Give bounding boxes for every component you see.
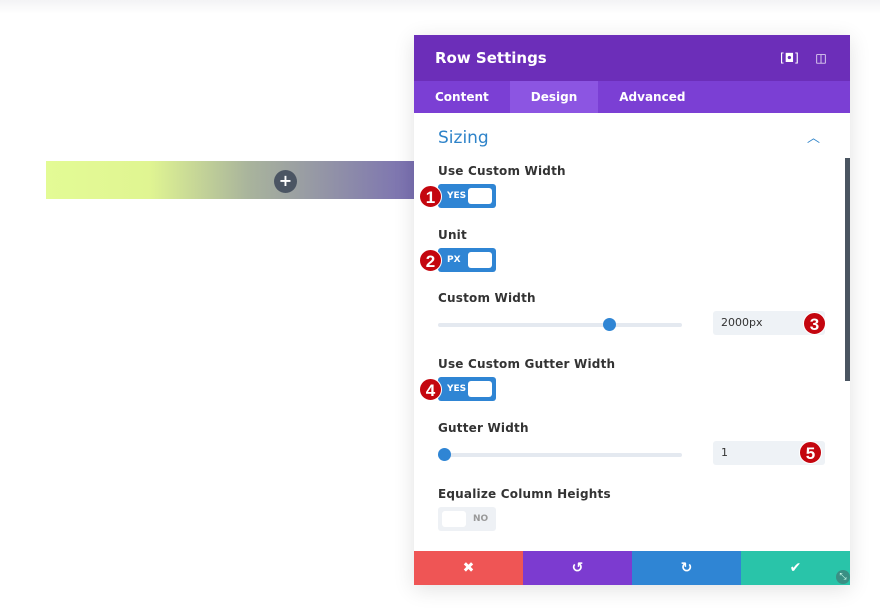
toggle-text: YES [447, 384, 467, 394]
unit-label: Unit [438, 228, 467, 242]
unit-toggle[interactable]: PX [438, 248, 496, 272]
toggle-knob [442, 511, 466, 527]
step-badge: 4 [419, 378, 442, 401]
gutter-width-slider[interactable] [438, 448, 682, 461]
gutter-width-label: Gutter Width [438, 421, 529, 435]
step-badge: 3 [803, 312, 826, 335]
cancel-button[interactable]: ✖ [414, 551, 523, 585]
toggle-knob [468, 188, 492, 204]
toggle-text: PX [447, 255, 461, 265]
use-custom-width-toggle[interactable]: YES [438, 184, 496, 208]
slider-thumb[interactable] [438, 448, 452, 461]
row-settings-panel: Row Settings [◘] ◫ Content Design Advanc… [414, 35, 850, 585]
panel-header: Row Settings [◘] ◫ [414, 35, 850, 81]
panel-title: Row Settings [435, 49, 547, 67]
tab-design[interactable]: Design [509, 81, 599, 113]
panel-body: Sizing ︿ Use Custom Width YES Unit PX Cu… [414, 113, 850, 551]
custom-width-label: Custom Width [438, 291, 536, 305]
use-custom-gutter-label: Use Custom Gutter Width [438, 357, 616, 371]
section-title[interactable]: Sizing [438, 128, 489, 148]
use-custom-width-label: Use Custom Width [438, 164, 566, 178]
use-custom-gutter-toggle[interactable]: YES [438, 377, 496, 401]
custom-width-slider[interactable] [438, 318, 682, 331]
toggle-text: NO [473, 514, 489, 524]
focus-icon[interactable]: [◘] [780, 51, 799, 65]
redo-button[interactable]: ↻ [632, 551, 741, 585]
chevron-up-icon[interactable]: ︿ [807, 127, 820, 146]
step-badge: 1 [419, 185, 442, 208]
toggle-text: YES [447, 191, 467, 201]
step-badge: 5 [799, 441, 822, 464]
scrollbar[interactable] [845, 158, 850, 381]
step-badge: 2 [419, 249, 442, 272]
top-bar-shadow [0, 0, 880, 14]
plus-icon[interactable]: + [274, 170, 297, 193]
tab-content[interactable]: Content [414, 81, 510, 113]
equalize-label: Equalize Column Heights [438, 487, 611, 501]
panel-footer: ✖ ↺ ↻ ✔ [414, 551, 850, 585]
split-view-icon[interactable]: ◫ [813, 51, 829, 65]
tab-advanced[interactable]: Advanced [598, 81, 706, 113]
resize-handle-icon[interactable]: ⤡ [836, 570, 850, 584]
equalize-toggle[interactable]: NO [438, 507, 496, 531]
tab-bar: Content Design Advanced [414, 81, 850, 113]
slider-thumb[interactable] [602, 318, 616, 331]
undo-button[interactable]: ↺ [523, 551, 632, 585]
row-gradient-preview[interactable] [46, 161, 414, 199]
save-button[interactable]: ✔ [741, 551, 850, 585]
toggle-knob [468, 381, 492, 397]
toggle-knob [468, 252, 492, 268]
